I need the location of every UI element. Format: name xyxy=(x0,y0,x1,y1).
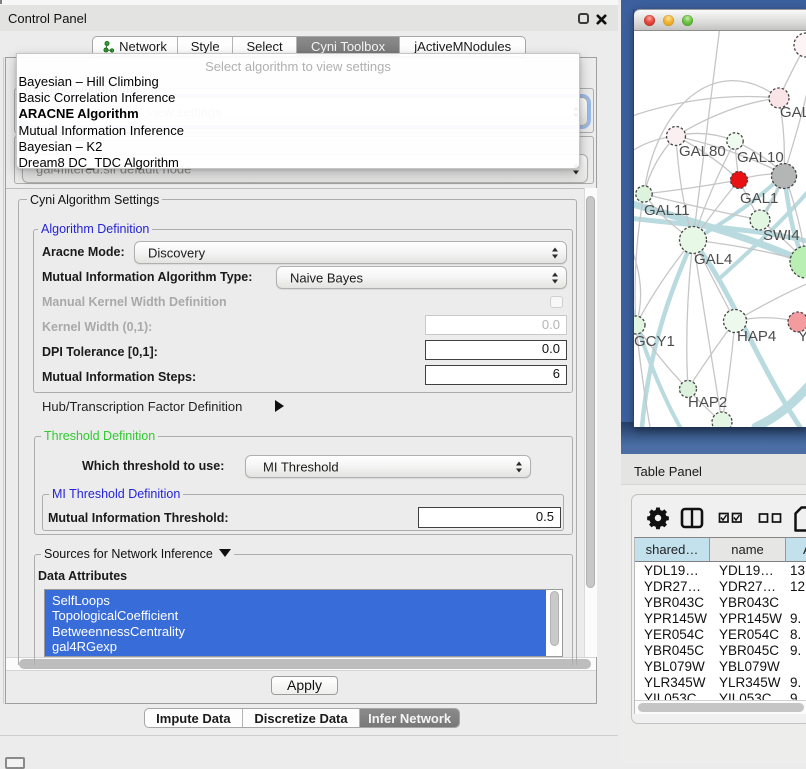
svg-text:GAL1: GAL1 xyxy=(740,190,778,207)
svg-text:GAL11: GAL11 xyxy=(644,202,690,219)
svg-text:HAP2: HAP2 xyxy=(688,394,727,411)
svg-text:SWI4: SWI4 xyxy=(763,227,800,244)
svg-text:GAL4: GAL4 xyxy=(694,251,732,268)
svg-text:GAL7: GAL7 xyxy=(780,104,806,121)
svg-text:HAP4: HAP4 xyxy=(737,328,776,345)
svg-text:GAL80: GAL80 xyxy=(679,143,726,160)
svg-text:GCY1: GCY1 xyxy=(634,333,675,350)
svg-text:GAL10: GAL10 xyxy=(737,149,784,166)
svg-text:YD: YD xyxy=(798,328,806,345)
